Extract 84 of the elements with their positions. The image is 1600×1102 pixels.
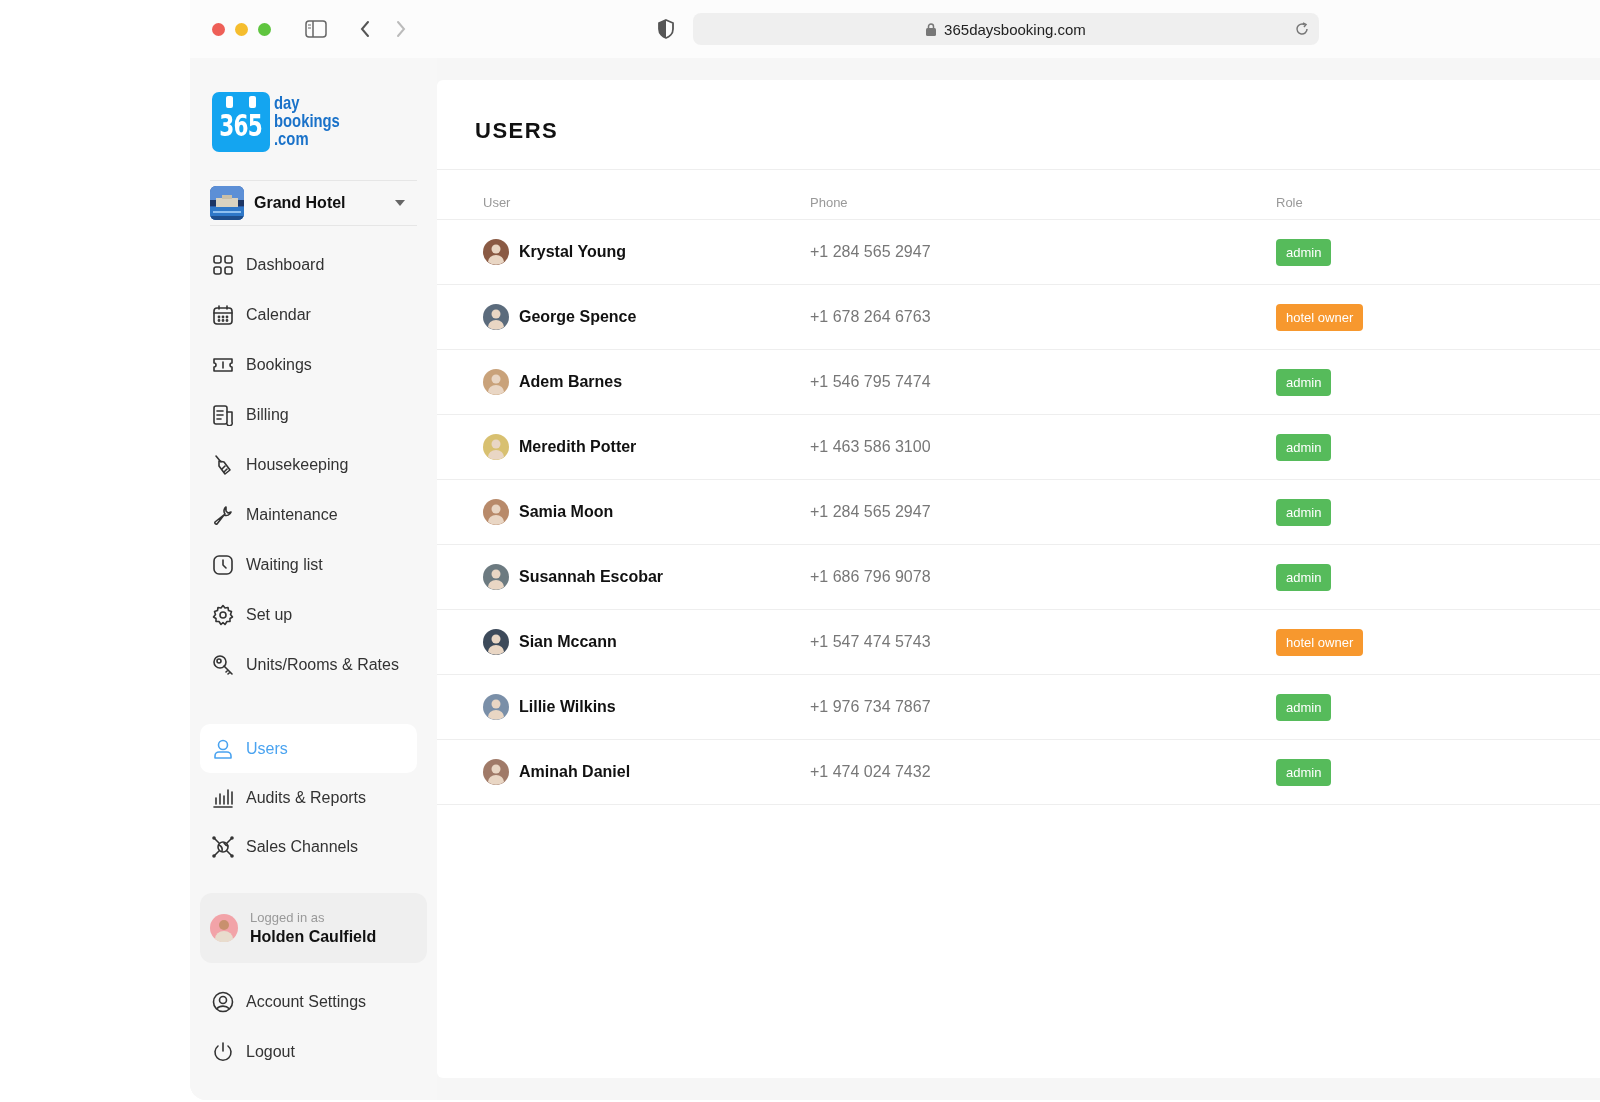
user-name: Lillie Wilkins bbox=[519, 698, 616, 716]
role-badge: hotel owner bbox=[1276, 628, 1364, 656]
nav-item[interactable]: Calendar bbox=[210, 290, 417, 340]
user-name: Adem Barnes bbox=[519, 373, 623, 391]
network-icon bbox=[212, 835, 234, 858]
user-name: Aminah Daniel bbox=[519, 763, 631, 781]
column-header: Phone bbox=[810, 194, 849, 210]
nav-item[interactable]: Housekeeping bbox=[210, 440, 417, 490]
hotel-selector[interactable]: Grand Hotel bbox=[210, 180, 417, 226]
role-badge: admin bbox=[1276, 368, 1332, 396]
avatar-icon bbox=[483, 564, 509, 590]
back-icon[interactable] bbox=[359, 20, 371, 38]
role-badge: admin bbox=[1276, 433, 1332, 461]
page-title: USERS bbox=[437, 80, 1600, 170]
gear-icon bbox=[212, 604, 234, 626]
sidebar-toggle-icon[interactable] bbox=[305, 20, 327, 38]
logo-text: .com bbox=[274, 130, 309, 148]
avatar-icon bbox=[483, 239, 509, 265]
key-icon bbox=[212, 654, 234, 676]
nav-item[interactable]: Audits & Reports bbox=[210, 773, 417, 822]
nav-item[interactable]: Bookings bbox=[210, 340, 417, 390]
nav-item[interactable]: Account Settings bbox=[210, 977, 417, 1027]
role-badge: hotel owner bbox=[1276, 303, 1364, 331]
nav-item[interactable]: Waiting list bbox=[210, 540, 417, 590]
session-caption: Logged in as bbox=[250, 910, 326, 925]
avatar-icon bbox=[210, 914, 238, 942]
nav-item[interactable]: Dashboard bbox=[210, 240, 417, 290]
user-circle-icon bbox=[212, 991, 234, 1013]
zoom-window-button[interactable] bbox=[258, 22, 271, 36]
nav-item[interactable]: Logout bbox=[210, 1027, 417, 1077]
address-bar[interactable]: 365daysbooking.com bbox=[693, 13, 1319, 45]
phone-number: +1 678 264 6763 bbox=[810, 308, 931, 326]
url-text: 365daysbooking.com bbox=[944, 20, 1086, 38]
user-name: Susannah Escobar bbox=[519, 568, 664, 586]
role-badge: admin bbox=[1276, 238, 1332, 266]
user-name: Sian Mccann bbox=[519, 633, 617, 651]
logo-text: bookings bbox=[274, 112, 340, 130]
document-icon bbox=[212, 404, 234, 426]
grid-icon bbox=[212, 254, 234, 276]
power-icon bbox=[212, 1041, 234, 1063]
column-header: Role bbox=[1276, 194, 1304, 210]
phone-number: +1 463 586 3100 bbox=[810, 438, 931, 456]
caret-icon bbox=[395, 200, 405, 206]
role-badge: admin bbox=[1276, 693, 1332, 721]
user-name: George Spence bbox=[519, 308, 637, 326]
user-icon bbox=[212, 737, 234, 760]
brush-icon bbox=[212, 454, 234, 476]
phone-number: +1 976 734 7867 bbox=[810, 698, 931, 716]
role-badge: admin bbox=[1276, 563, 1332, 591]
nav-item[interactable]: Maintenance bbox=[210, 490, 417, 540]
nav-item[interactable]: Sales Channels bbox=[210, 822, 417, 871]
avatar-icon bbox=[483, 304, 509, 330]
lock-icon bbox=[926, 22, 937, 36]
user-name: Krystal Young bbox=[519, 243, 626, 261]
column-header: User bbox=[483, 194, 512, 210]
avatar-icon bbox=[483, 369, 509, 395]
user-name: Meredith Potter bbox=[519, 438, 637, 456]
logo-calendar: 365 bbox=[212, 92, 270, 152]
avatar-icon bbox=[483, 499, 509, 525]
shield-icon[interactable] bbox=[657, 19, 675, 39]
calendar-icon bbox=[212, 304, 234, 326]
role-badge: admin bbox=[1276, 498, 1332, 526]
logo-text: day bbox=[274, 94, 301, 112]
nav-item[interactable]: Billing bbox=[210, 390, 417, 440]
user-name: Holden Caulfield bbox=[250, 928, 377, 946]
phone-number: +1 546 795 7474 bbox=[810, 373, 931, 391]
wrench-icon bbox=[212, 504, 234, 526]
avatar-icon bbox=[483, 694, 509, 720]
nav-item[interactable]: Units/Rooms & Rates bbox=[210, 640, 417, 690]
user-name: Samia Moon bbox=[519, 503, 614, 521]
phone-number: +1 284 565 2947 bbox=[810, 503, 931, 521]
close-window-button[interactable] bbox=[212, 22, 225, 36]
reload-icon[interactable] bbox=[1295, 22, 1309, 36]
bar-chart-icon bbox=[212, 786, 234, 809]
avatar-icon bbox=[483, 629, 509, 655]
phone-number: +1 284 565 2947 bbox=[810, 243, 931, 261]
role-badge: admin bbox=[1276, 758, 1332, 786]
nav-item[interactable]: Set up bbox=[210, 590, 417, 640]
phone-number: +1 686 796 9078 bbox=[810, 568, 931, 586]
avatar-icon bbox=[483, 434, 509, 460]
phone-number: +1 474 024 7432 bbox=[810, 763, 931, 781]
clock-icon bbox=[212, 554, 234, 576]
avatar-icon bbox=[483, 759, 509, 785]
phone-number: +1 547 474 5743 bbox=[810, 633, 931, 651]
